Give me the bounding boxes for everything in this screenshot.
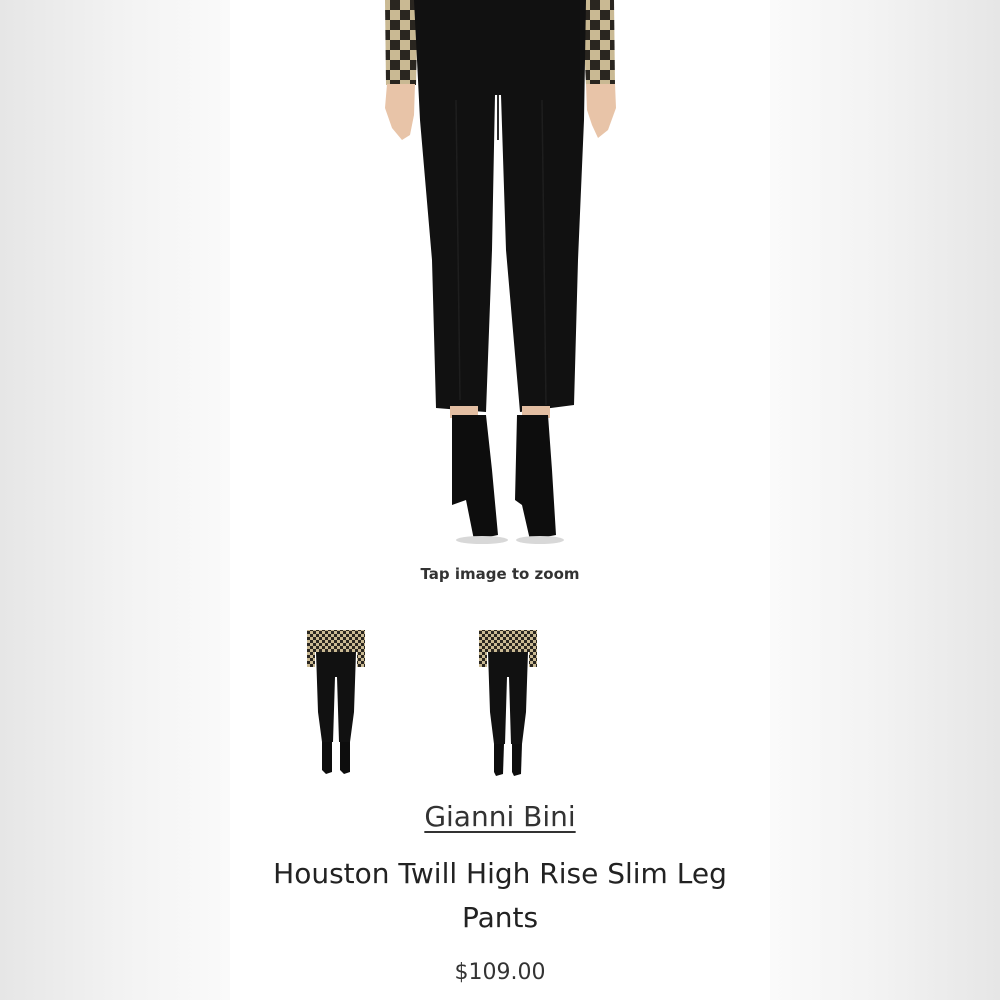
thumbnail-front-view[interactable] xyxy=(292,622,382,782)
tap-to-zoom-hint: Tap image to zoom xyxy=(420,565,580,583)
thumbnail-alt-view[interactable] xyxy=(464,622,554,782)
left-blurred-background xyxy=(0,0,230,1000)
product-title: Houston Twill High Rise Slim Leg Pants xyxy=(273,857,727,934)
product-main-image[interactable] xyxy=(230,0,770,560)
brand-link[interactable]: Gianni Bini xyxy=(230,800,770,833)
product-price: $109.00 xyxy=(454,960,546,985)
right-blurred-background xyxy=(770,0,1000,1000)
product-page: Tap image to zoom Gianni Bini Houston Tw… xyxy=(230,0,770,1000)
